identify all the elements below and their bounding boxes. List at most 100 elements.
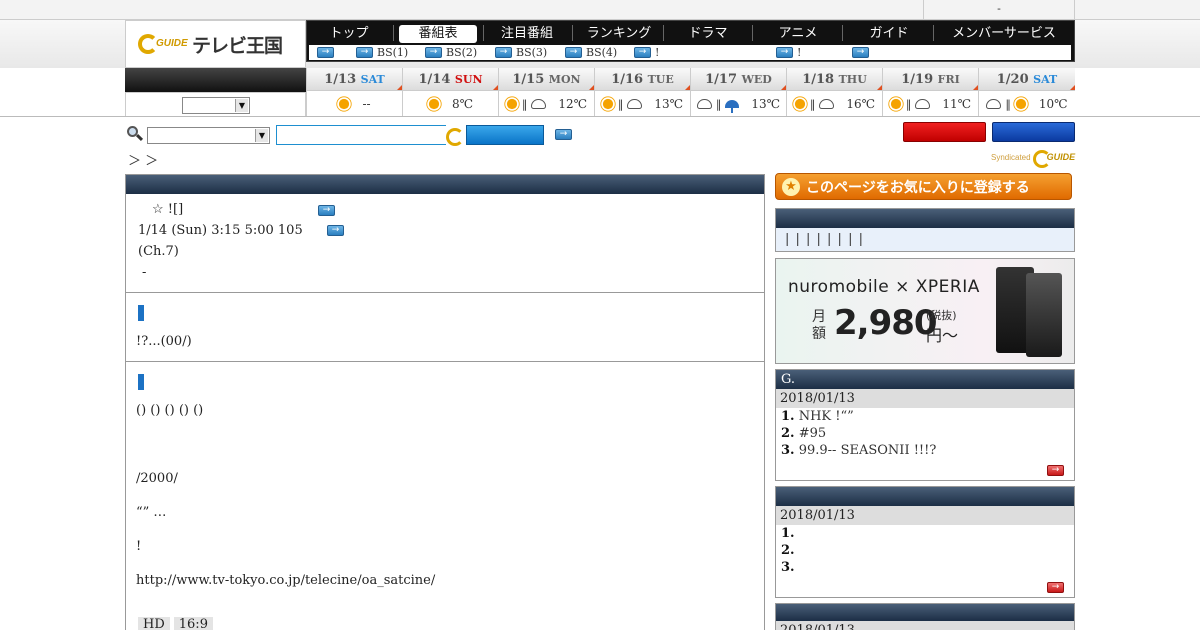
day-of-week: THU	[838, 73, 867, 86]
subnav-item-bs3[interactable]: → BS(3)	[495, 46, 547, 59]
cloud-icon	[915, 99, 931, 109]
day-date: 1/14	[418, 72, 451, 87]
chevron-down-icon: ▼	[235, 99, 248, 112]
program-dash: -	[142, 265, 147, 280]
cloud-icon	[627, 99, 643, 109]
nav-listings[interactable]: 番組表	[399, 25, 477, 43]
arrow-right-icon[interactable]: →	[327, 225, 344, 236]
cloud-icon	[819, 99, 835, 109]
day-temperature: 13℃	[751, 97, 781, 111]
day-temperature: 13℃	[654, 97, 684, 111]
subnav-item-bs2[interactable]: → BS(2)	[425, 46, 477, 59]
day-cell[interactable]: 1/16 TUE ‖ 13℃	[594, 68, 690, 117]
ranking-item[interactable]: 1.	[776, 525, 1074, 542]
day-weather: ‖ 11℃	[883, 92, 978, 117]
program-note: !	[136, 539, 142, 554]
nav-featured[interactable]: 注目番組	[487, 25, 567, 43]
star-icon: ★	[782, 177, 800, 196]
ranking-box-2: 2018/01/13 1. 2. 3. →	[775, 486, 1075, 598]
nav-separator	[483, 25, 484, 41]
day-cell[interactable]: 1/20 SAT ‖ 10℃	[978, 68, 1075, 117]
nav-drama[interactable]: ドラマ	[667, 25, 749, 43]
program-tags: HD 16:9	[138, 617, 231, 630]
day-cell[interactable]: 1/17 WED ‖ 13℃	[690, 68, 786, 117]
arrow-right-icon: →	[495, 47, 512, 58]
ranking-date: 2018/01/13	[776, 389, 1074, 408]
subnav-item-terrestrial[interactable]: →	[317, 46, 338, 59]
day-of-week: FRI	[937, 73, 960, 86]
arrow-right-icon: →	[317, 47, 334, 58]
ranking-item[interactable]: 2. #95	[776, 425, 1074, 442]
nav-member-service[interactable]: メンバーサービス	[937, 25, 1071, 43]
nav-guide[interactable]: ガイド	[847, 25, 931, 43]
subnav-item-bs4[interactable]: → BS(4)	[565, 46, 617, 59]
nav-anime[interactable]: アニメ	[757, 25, 839, 43]
day-date: 1/20	[996, 72, 1029, 87]
day-of-week: SAT	[1033, 73, 1058, 86]
subnav-item-5[interactable]: →!	[634, 46, 659, 59]
search-button[interactable]	[466, 125, 544, 145]
nav-separator	[393, 25, 394, 41]
day-cell[interactable]: 1/18 THU ‖ 16℃	[786, 68, 882, 117]
subnav-item-7[interactable]: →	[852, 46, 873, 59]
cloud-icon	[531, 99, 547, 109]
more-arrow-icon[interactable]: →	[1047, 465, 1064, 476]
day-temperature: 8℃	[451, 97, 474, 111]
sub-nav: → → BS(1) → BS(2) → BS(3) → BS(4) →! →! →	[309, 45, 1071, 60]
program-channel: (Ch.7)	[138, 244, 179, 259]
sidebar-links[interactable]: | | | | | | | |	[776, 228, 1074, 251]
day-cell[interactable]: 1/13 SAT --	[306, 68, 402, 117]
arrow-right-icon: →	[356, 47, 373, 58]
day-header: 1/19 FRI	[883, 68, 978, 91]
ranking-item[interactable]: 3.	[776, 559, 1074, 576]
day-weather: --	[307, 92, 402, 117]
day-weather: 8℃	[403, 92, 498, 117]
site-logo[interactable]: GUIDE テレビ王国	[125, 20, 306, 68]
program-title: ☆ ![]	[152, 202, 184, 217]
more-arrow-icon[interactable]: →	[1047, 582, 1064, 593]
ranking-item[interactable]: 2.	[776, 542, 1074, 559]
ranking-item[interactable]: 3. 99.9-- SEASONII !!!?	[776, 442, 1074, 459]
program-url[interactable]: http://www.tv-tokyo.co.jp/telecine/oa_sa…	[136, 573, 435, 588]
day-of-week: MON	[548, 73, 581, 86]
day-cell[interactable]: 1/19 FRI ‖ 11℃	[882, 68, 978, 117]
search-category-select[interactable]: ▼	[147, 127, 270, 144]
ranking-item[interactable]: 1. NHK !“”	[776, 408, 1074, 425]
day-temperature: 12℃	[558, 97, 588, 111]
phone-image	[1026, 273, 1062, 357]
day-cell[interactable]: 1/15 MON ‖ 12℃	[498, 68, 594, 117]
day-of-week: TUE	[647, 73, 674, 86]
nav-ranking[interactable]: ランキング	[575, 25, 663, 43]
ad-month-label: 月額	[812, 309, 826, 342]
sun-icon	[794, 98, 805, 110]
day-header: 1/16 TUE	[595, 68, 690, 91]
ranking-date: 2018/01/13	[776, 621, 1074, 630]
day-temperature: --	[362, 97, 371, 111]
chevron-down-icon: ▼	[255, 129, 268, 142]
cloud-icon	[986, 99, 1002, 109]
tag-aspect: 16:9	[173, 617, 213, 630]
arrow-right-icon[interactable]: →	[318, 205, 335, 216]
area-select[interactable]: ▼	[182, 97, 250, 114]
top-bar-user-area[interactable]: -	[923, 0, 1075, 20]
add-favorite-button[interactable]: ★ このページをお気に入りに登録する	[775, 173, 1072, 200]
cloud-icon	[696, 99, 712, 109]
logo-text: テレビ王国	[192, 34, 283, 57]
ranking-title: G.	[776, 370, 1074, 389]
program-cast: () () () () ()	[136, 403, 204, 418]
ranking-title	[776, 487, 1074, 506]
sun-icon	[890, 98, 901, 110]
day-cell[interactable]: 1/14 SUN 8℃	[402, 68, 498, 117]
arrow-right-icon[interactable]: →	[555, 129, 572, 140]
blue-button[interactable]	[992, 122, 1075, 142]
subnav-item-bs1[interactable]: → BS(1)	[356, 46, 408, 59]
subnav-item-6[interactable]: →!	[776, 46, 801, 59]
program-summary-section: !?...(00/)	[126, 292, 764, 361]
day-temperature: 16℃	[846, 97, 876, 111]
nav-top[interactable]: トップ	[311, 25, 387, 43]
red-button[interactable]	[903, 122, 986, 142]
search-icon	[127, 126, 144, 142]
search-input[interactable]	[276, 125, 446, 145]
ad-banner[interactable]: nuromobile × XPERIA 月額 2,980 (税抜) 円〜	[775, 258, 1075, 364]
day-of-week: WED	[741, 73, 772, 86]
